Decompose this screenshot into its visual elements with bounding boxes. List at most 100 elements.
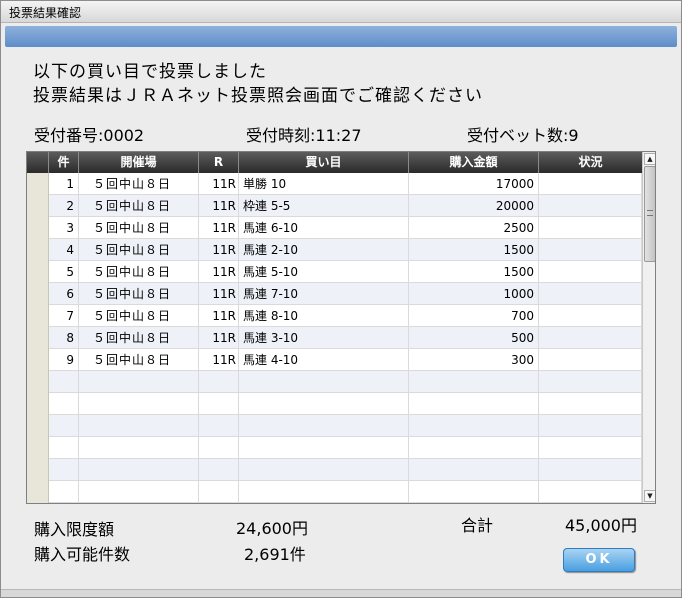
table-row[interactable] <box>49 415 642 437</box>
cell-venue: ５回中山８日 <box>79 327 199 349</box>
table-row[interactable]: 2 ５回中山８日 11R 枠連 5-5 20000 <box>49 195 642 217</box>
row-header-column <box>27 173 49 503</box>
cell-amount: 500 <box>409 327 539 349</box>
cell-amount <box>409 371 539 393</box>
cell-amount <box>409 415 539 437</box>
table-body: 1 ５回中山８日 11R 単勝 10 17000 2 ５回中山８日 11R 枠連 5-5 2000… <box>49 173 642 503</box>
table-row[interactable]: 6 ５回中山８日 11R 馬連 7-10 1000 <box>49 283 642 305</box>
cell-number <box>49 481 79 503</box>
cell-bet <box>239 459 409 481</box>
cell-race: 11R <box>199 239 239 261</box>
cell-amount: 2500 <box>409 217 539 239</box>
cell-number: 6 <box>49 283 79 305</box>
cell-race: 11R <box>199 283 239 305</box>
scroll-up-icon[interactable]: ▲ <box>644 153 655 165</box>
cell-venue: ５回中山８日 <box>79 349 199 371</box>
table-row[interactable] <box>49 371 642 393</box>
cell-amount <box>409 437 539 459</box>
vertical-scrollbar[interactable]: ▲ ▼ <box>642 152 655 503</box>
grip-icon <box>647 210 653 216</box>
scroll-down-icon[interactable]: ▼ <box>644 490 655 502</box>
table-row[interactable]: 3 ５回中山８日 11R 馬連 6-10 2500 <box>49 217 642 239</box>
cell-race <box>199 459 239 481</box>
cell-bet: 馬連 3-10 <box>239 327 409 349</box>
cell-race <box>199 415 239 437</box>
total-value: 45,000円 <box>565 516 637 535</box>
cell-bet: 馬連 8-10 <box>239 305 409 327</box>
cell-race <box>199 393 239 415</box>
dialog-window: 投票結果確認 以下の買い目で投票しました 投票結果はＪＲＡネット投票照会画面でご… <box>0 0 682 598</box>
column-header-number[interactable]: 件 <box>49 152 79 173</box>
cell-status <box>539 327 642 349</box>
total-label: 合計 <box>461 516 494 535</box>
cell-venue: ５回中山８日 <box>79 261 199 283</box>
column-header-amount[interactable]: 購入金額 <box>409 152 539 173</box>
cell-number <box>49 415 79 437</box>
header-corner <box>27 152 49 173</box>
cell-status <box>539 437 642 459</box>
cell-amount <box>409 459 539 481</box>
cell-status <box>539 393 642 415</box>
cell-venue <box>79 371 199 393</box>
cell-number <box>49 459 79 481</box>
table-row[interactable] <box>49 393 642 415</box>
cell-number: 5 <box>49 261 79 283</box>
cell-amount <box>409 481 539 503</box>
cell-bet: 枠連 5-5 <box>239 195 409 217</box>
ok-button[interactable]: OK <box>563 548 635 572</box>
cell-status <box>539 415 642 437</box>
cell-status <box>539 349 642 371</box>
cell-venue: ５回中山８日 <box>79 195 199 217</box>
cell-status <box>539 195 642 217</box>
cell-amount: 20000 <box>409 195 539 217</box>
cell-number: 8 <box>49 327 79 349</box>
cell-venue <box>79 393 199 415</box>
cell-amount: 1500 <box>409 239 539 261</box>
cell-venue <box>79 437 199 459</box>
table-row[interactable]: 1 ５回中山８日 11R 単勝 10 17000 <box>49 173 642 195</box>
cell-venue <box>79 481 199 503</box>
window-title: 投票結果確認 <box>9 6 82 20</box>
message-line-2: 投票結果はＪＲＡネット投票照会画面でご確認ください <box>33 86 483 106</box>
cell-amount: 1000 <box>409 283 539 305</box>
column-header-venue[interactable]: 開催場 <box>79 152 199 173</box>
cell-number: 4 <box>49 239 79 261</box>
receipt-time: 受付時刻:11:27 <box>246 126 362 145</box>
table-row[interactable] <box>49 437 642 459</box>
cell-venue <box>79 415 199 437</box>
table-row[interactable] <box>49 481 642 503</box>
cell-number: 3 <box>49 217 79 239</box>
table-row[interactable]: 5 ５回中山８日 11R 馬連 5-10 1500 <box>49 261 642 283</box>
table-row[interactable] <box>49 459 642 481</box>
cell-number: 1 <box>49 173 79 195</box>
column-header-bet[interactable]: 買い目 <box>239 152 409 173</box>
bet-table: 件 開催場 R 買い目 購入金額 状況 1 ５回中山８日 11R 単勝 10 17000… <box>26 151 656 504</box>
column-header-race[interactable]: R <box>199 152 239 173</box>
table-row[interactable]: 4 ５回中山８日 11R 馬連 2-10 1500 <box>49 239 642 261</box>
cell-bet: 単勝 10 <box>239 173 409 195</box>
header-band <box>5 26 677 47</box>
cell-amount: 300 <box>409 349 539 371</box>
table-row[interactable]: 8 ５回中山８日 11R 馬連 3-10 500 <box>49 327 642 349</box>
cell-status <box>539 217 642 239</box>
receipt-number: 受付番号:0002 <box>34 126 145 145</box>
cell-number <box>49 393 79 415</box>
table-row[interactable]: 7 ５回中山８日 11R 馬連 8-10 700 <box>49 305 642 327</box>
scroll-thumb[interactable] <box>644 166 655 262</box>
available-count-value: 2,691件 <box>244 545 306 564</box>
cell-amount: 17000 <box>409 173 539 195</box>
cell-venue: ５回中山８日 <box>79 283 199 305</box>
table-row[interactable]: 9 ５回中山８日 11R 馬連 4-10 300 <box>49 349 642 371</box>
cell-status <box>539 459 642 481</box>
cell-bet: 馬連 7-10 <box>239 283 409 305</box>
cell-race <box>199 437 239 459</box>
cell-number: 9 <box>49 349 79 371</box>
cell-venue: ５回中山８日 <box>79 239 199 261</box>
column-header-status[interactable]: 状況 <box>539 152 642 173</box>
bet-count: 受付ベット数:9 <box>467 126 579 145</box>
message-line-1: 以下の買い目で投票しました <box>33 62 267 82</box>
cell-bet: 馬連 2-10 <box>239 239 409 261</box>
cell-bet <box>239 371 409 393</box>
title-bar[interactable]: 投票結果確認 <box>1 1 681 23</box>
cell-bet <box>239 415 409 437</box>
